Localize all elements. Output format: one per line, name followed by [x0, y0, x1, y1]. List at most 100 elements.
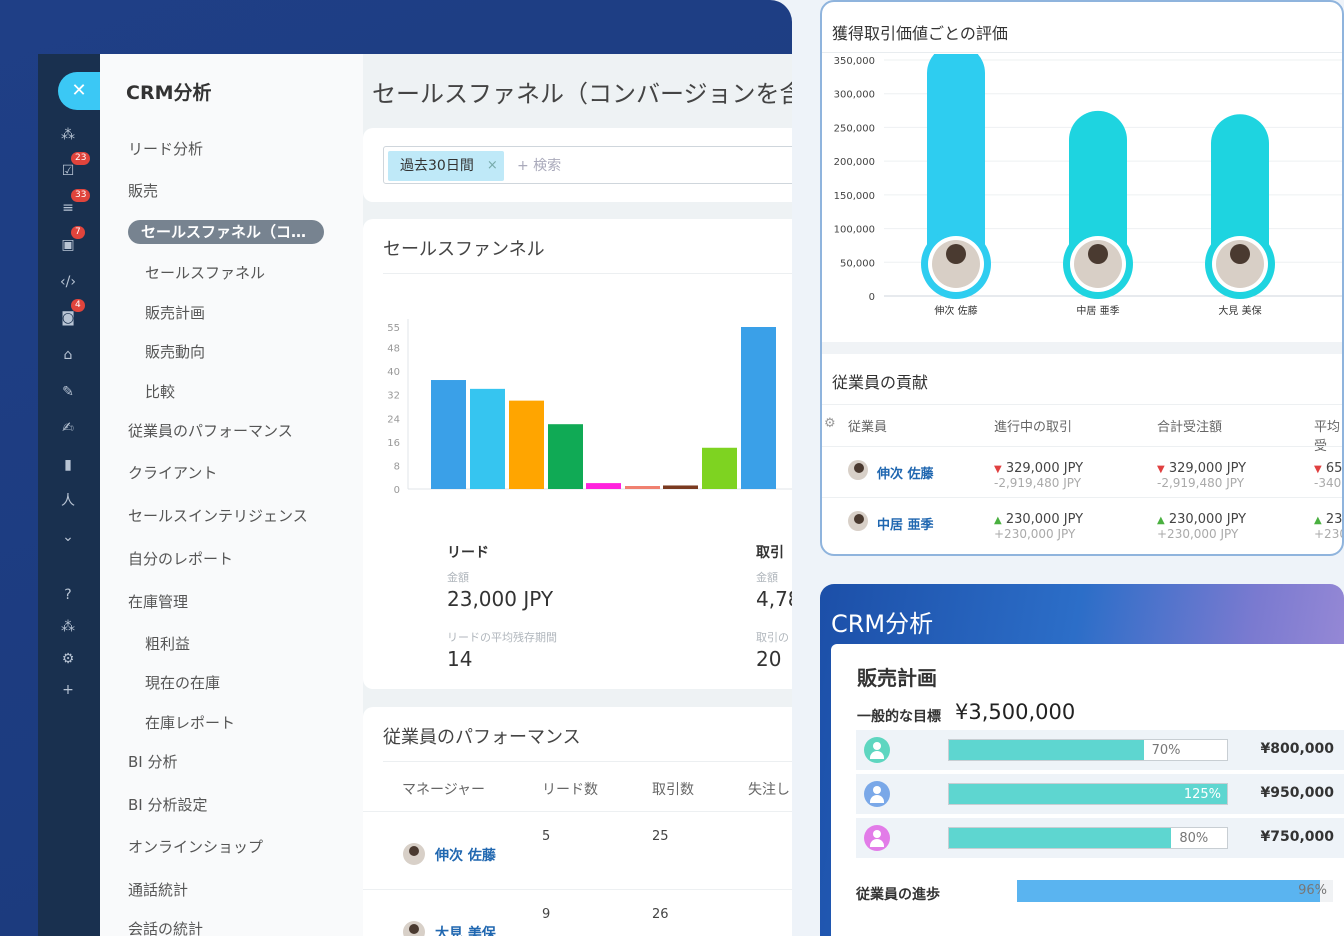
- sidebar-item-online-shop[interactable]: オンラインショップ: [128, 836, 263, 857]
- funnel-bar: [431, 380, 466, 489]
- plan-progress-fill: [949, 740, 1144, 760]
- person-icon[interactable]: 人: [57, 490, 79, 512]
- sidebar-item-sales-plan[interactable]: 販売計画: [145, 302, 205, 323]
- col-employee: 従業員: [848, 420, 888, 435]
- in-progress-text: 329,000 JPY: [1005, 461, 1084, 476]
- sidebar-item-compare[interactable]: 比較: [145, 381, 175, 402]
- structure-icon[interactable]: ⁂: [57, 616, 79, 638]
- sidebar-item-my-reports[interactable]: 自分のレポート: [128, 548, 233, 569]
- divider: [822, 52, 1342, 53]
- hub-icon[interactable]: ⁂: [57, 124, 79, 146]
- document-edit-icon[interactable]: ✎: [57, 381, 79, 403]
- x-tick-label: 大見 美保: [1218, 304, 1261, 317]
- deal-amount: 4,78: [756, 587, 792, 611]
- search-input[interactable]: 過去30日間 × + 検索: [383, 146, 792, 184]
- plan-progress-bar: 125%: [948, 783, 1228, 805]
- sidebar-item-lead-analysis[interactable]: リード分析: [128, 138, 203, 159]
- sidebar-item-active-funnel[interactable]: セールスファネル（コ…: [128, 220, 324, 244]
- average-value: ▼ 65,: [1314, 461, 1342, 476]
- tasks-icon[interactable]: ☑ 23: [57, 152, 91, 182]
- manager-name[interactable]: 伸次 佐藤: [435, 845, 496, 865]
- sidebar-item-call-stats[interactable]: 通話統計: [128, 879, 188, 900]
- sidebar-item-bi-settings[interactable]: BI 分析設定: [128, 794, 207, 815]
- average-value: ▲ 230: [1314, 512, 1343, 527]
- deal-avg-label: 取引の: [756, 631, 789, 644]
- plan-amount: ¥950,000: [1260, 785, 1334, 801]
- sidebar-item-sales-intelligence[interactable]: セールスインテリジェンス: [128, 505, 308, 526]
- plan-amount: ¥750,000: [1260, 829, 1334, 845]
- funnel-bar: [663, 485, 698, 489]
- in-progress-value: ▼ 329,000 JPY: [994, 461, 1083, 476]
- plan-title: 販売計画: [857, 666, 937, 690]
- divider: [822, 446, 1342, 447]
- sidebar-item-employee-performance[interactable]: 従業員のパフォーマンス: [128, 420, 293, 441]
- search-placeholder: + 検索: [517, 158, 562, 174]
- average-delta: -340,: [1314, 476, 1344, 490]
- gear-icon[interactable]: ⚙: [824, 416, 836, 431]
- signature-icon[interactable]: ✍: [57, 417, 79, 439]
- sidebar-item-sales[interactable]: 販売: [128, 180, 158, 201]
- plus-icon[interactable]: +: [57, 679, 79, 701]
- funnel-chart: 0 8 16 24 32 40 48 55: [387, 319, 792, 496]
- filter-badge: 33: [71, 189, 91, 202]
- y-tick-label: 55: [387, 323, 400, 334]
- sidebar-item-bi-analysis[interactable]: BI 分析: [128, 751, 177, 772]
- bank-icon[interactable]: ⌂: [57, 344, 79, 366]
- y-tick-label: 200,000: [834, 157, 875, 168]
- bar-chart-icon[interactable]: ▮: [57, 454, 79, 476]
- y-tick-label: 24: [387, 414, 400, 425]
- in-progress-delta: -2,919,480 JPY: [994, 476, 1082, 490]
- col-average: 平均受: [1314, 420, 1341, 454]
- sidebar-item-chat-stats[interactable]: 会話の統計: [128, 918, 203, 936]
- plan-progress-pct: 70%: [1151, 743, 1181, 758]
- code-icon[interactable]: ‹/›: [57, 271, 79, 293]
- employee-progress-label: 従業員の進歩: [856, 887, 940, 903]
- crm-window: ✕ ⁂ ☑ 23 ≡ 33 ▣ 7 ‹/› ◙ 4 ⌂ ✎ ✍ ▮ 人 ⌄ ? ⁂ ⚙ …: [38, 54, 792, 936]
- col-lost: 失注し: [748, 782, 790, 798]
- close-icon[interactable]: ×: [487, 151, 498, 181]
- divider: [383, 273, 792, 274]
- employee-name[interactable]: 伸次 佐藤: [877, 463, 934, 482]
- performance-card: 従業員のパフォーマンス マネージャー リード数 取引数 失注し 伸次 佐藤 5 …: [363, 707, 792, 936]
- filter-tag[interactable]: 過去30日間 ×: [388, 151, 504, 181]
- lead-count: 5: [542, 829, 551, 844]
- robot-icon[interactable]: ◙ 4: [57, 299, 85, 329]
- sidebar-item-funnel[interactable]: セールスファネル: [145, 262, 265, 283]
- gear-icon[interactable]: ⚙: [57, 648, 79, 670]
- deal-avg: 20: [756, 647, 782, 671]
- sidebar-item-inventory[interactable]: 在庫管理: [128, 591, 188, 612]
- sidebar-item-sales-trend[interactable]: 販売動向: [145, 341, 205, 362]
- total-delta: +230,000 JPY: [1157, 527, 1239, 541]
- plan-progress-pct: 125%: [1183, 787, 1221, 802]
- funnel-bar: [548, 424, 583, 489]
- app-title: CRM分析: [126, 82, 212, 104]
- lead-label: リード: [447, 545, 489, 561]
- contact-card-icon[interactable]: ▣ 7: [57, 226, 85, 256]
- plan-row: 70% ¥800,000: [856, 730, 1344, 770]
- up-arrow-icon: ▲: [1157, 515, 1165, 526]
- manager-name[interactable]: 大見 美保: [435, 923, 496, 936]
- icon-rail: ✕ ⁂ ☑ 23 ≡ 33 ▣ 7 ‹/› ◙ 4 ⌂ ✎ ✍ ▮ 人 ⌄ ? ⁂ ⚙ …: [38, 54, 100, 936]
- avatar: [848, 511, 868, 531]
- employee-name[interactable]: 中居 亜季: [877, 514, 934, 533]
- sidebar-item-current-stock[interactable]: 現在の在庫: [145, 672, 220, 693]
- in-progress-text: 230,000 JPY: [1005, 512, 1084, 527]
- help-icon[interactable]: ?: [57, 584, 79, 606]
- sidebar-item-stock-report[interactable]: 在庫レポート: [145, 712, 235, 733]
- avatar: [403, 921, 425, 936]
- filter-icon[interactable]: ≡ 33: [57, 189, 91, 219]
- divider: [363, 811, 792, 812]
- sidebar-item-clients[interactable]: クライアント: [128, 462, 217, 483]
- down-arrow-icon: ▼: [994, 464, 1002, 475]
- lead-amount-label: 金額: [447, 571, 469, 584]
- y-tick-label: 250,000: [834, 123, 875, 134]
- divider: [822, 497, 1342, 498]
- down-arrow-icon: ▼: [1314, 464, 1322, 475]
- y-tick-label: 48: [387, 344, 400, 355]
- up-arrow-icon: ▲: [994, 515, 1002, 526]
- average-text: 230: [1325, 512, 1343, 527]
- sidebar-item-gross-profit[interactable]: 粗利益: [145, 633, 190, 654]
- chevron-down-circle-icon[interactable]: ⌄: [57, 526, 79, 548]
- plan-panel: 販売計画 一般的な目標 ¥3,500,000 70% ¥800,000 125% ¥9…: [831, 644, 1344, 936]
- close-icon[interactable]: ✕: [58, 72, 100, 110]
